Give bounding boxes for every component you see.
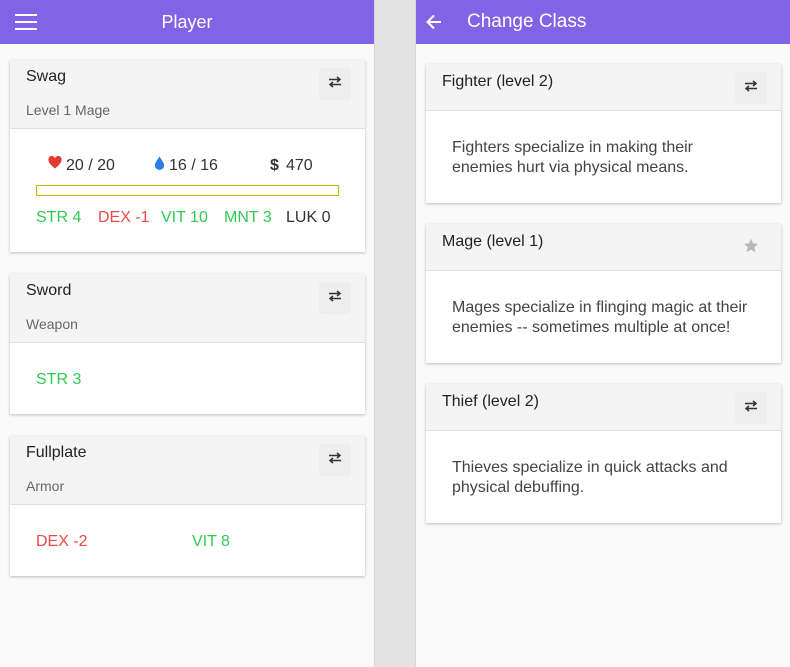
class-card-header: Thief (level 2): [426, 384, 781, 431]
armor-name: Fullplate: [26, 444, 87, 461]
armor-stat-dex: DEX -2: [36, 533, 88, 550]
swap-icon: [328, 289, 342, 307]
stat-vit: VIT 10: [161, 209, 208, 226]
page-title: Player: [161, 11, 213, 32]
dollar-icon: $: [270, 157, 279, 174]
select-fighter-button[interactable]: [735, 72, 767, 104]
swap-icon: [328, 75, 342, 93]
class-card-thief: Thief (level 2) Thieves specialize in qu…: [426, 384, 781, 523]
xp-progress-bar: [36, 185, 339, 196]
class-name: Thief (level 2): [442, 393, 539, 410]
hp-value: 20 / 20: [66, 157, 115, 174]
class-description-line: Mages specialize in flinging magic at th…: [452, 299, 748, 316]
class-card-mage: Mage (level 1) Mages specialize in fling…: [426, 224, 781, 363]
stat-mnt: MNT 3: [224, 209, 272, 226]
page-title: Change Class: [467, 11, 587, 32]
swap-weapon-button[interactable]: [319, 282, 351, 314]
class-card-header: Fighter (level 2): [426, 64, 781, 111]
class-description-line: enemies -- sometimes multiple at once!: [452, 319, 731, 336]
weapon-card-header: Sword Weapon: [10, 274, 365, 343]
stat-luk: LUK 0: [286, 209, 331, 226]
class-name: Fighter (level 2): [442, 73, 554, 90]
weapon-name: Sword: [26, 282, 72, 299]
gold-value: 470: [286, 157, 313, 174]
character-level-class: Level 1 Mage: [26, 102, 111, 118]
weapon-card: Sword Weapon STR 3: [10, 274, 365, 414]
select-thief-button[interactable]: [735, 392, 767, 424]
change-class-pane: Change Class Fighter (level 2) Fighters …: [415, 0, 790, 667]
stat-dex: DEX -1: [98, 209, 150, 226]
armor-card: Fullplate Armor DEX -2 VIT 8: [10, 436, 365, 576]
character-card: Swag Level 1 Mage 20 / 20 16 / 16 $ 470 …: [10, 60, 365, 252]
class-description: Mages specialize in flinging magic at th…: [452, 298, 762, 338]
armor-type: Armor: [26, 478, 65, 494]
back-arrow-icon[interactable]: [422, 10, 446, 34]
current-class-indicator: [735, 232, 767, 264]
class-description: Fighters specialize in making their enem…: [452, 138, 762, 178]
stat-str: STR 4: [36, 209, 82, 226]
class-description-line: enemies hurt via physical means.: [452, 159, 689, 176]
swap-icon: [744, 79, 758, 97]
character-card-header: Swag Level 1 Mage: [10, 60, 365, 129]
weapon-type: Weapon: [26, 316, 78, 332]
heart-icon: [48, 155, 62, 174]
swap-icon: [328, 451, 342, 469]
swap-armor-button[interactable]: [319, 444, 351, 476]
drop-icon: [154, 156, 165, 175]
star-icon: [743, 238, 759, 259]
player-app-bar: Player: [0, 0, 374, 44]
class-description-line: Fighters specialize in making their: [452, 139, 693, 156]
player-pane: Player Swag Level 1 Mage 20 / 20 16 / 16…: [0, 0, 375, 667]
pane-divider: [375, 0, 415, 667]
class-description-line: Thieves specialize in quick attacks and: [452, 459, 728, 476]
character-name: Swag: [26, 68, 67, 85]
class-card-fighter: Fighter (level 2) Fighters specialize in…: [426, 64, 781, 203]
class-description: Thieves specialize in quick attacks and …: [452, 458, 762, 498]
mp-value: 16 / 16: [169, 157, 218, 174]
swap-icon: [744, 399, 758, 417]
weapon-stat-str: STR 3: [36, 371, 82, 388]
class-description-line: physical debuffing.: [452, 479, 585, 496]
class-name: Mage (level 1): [442, 233, 544, 250]
armor-card-header: Fullplate Armor: [10, 436, 365, 505]
class-card-header: Mage (level 1): [426, 224, 781, 271]
change-class-app-bar: Change Class: [416, 0, 790, 44]
change-class-button[interactable]: [319, 68, 351, 100]
armor-stat-vit: VIT 8: [192, 533, 230, 550]
